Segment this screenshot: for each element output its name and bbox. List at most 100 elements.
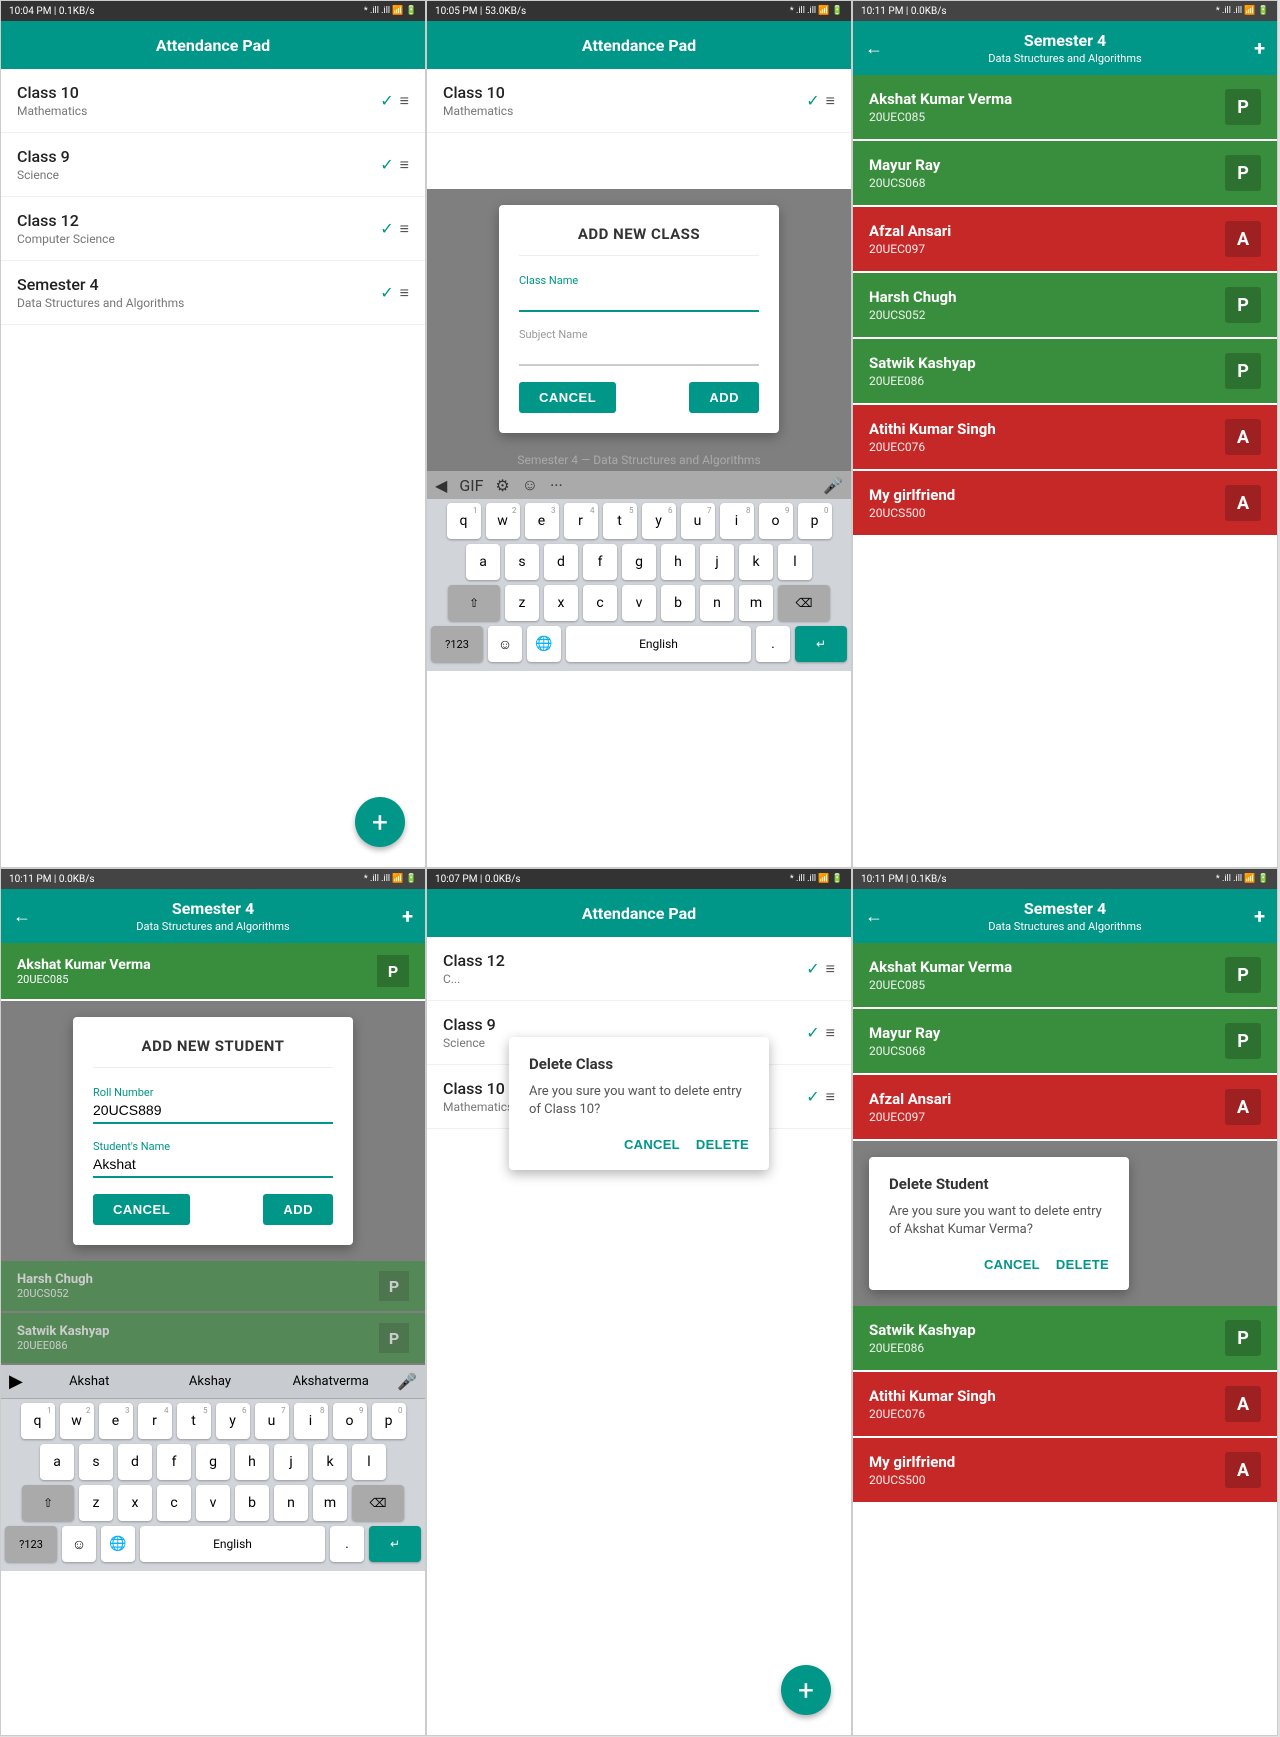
key4-period[interactable]: . — [330, 1526, 364, 1562]
screen6-delete-button[interactable]: DELETE — [1056, 1257, 1109, 1272]
screen4-add-button[interactable]: + — [402, 904, 413, 928]
key-o[interactable]: o9 — [759, 503, 793, 539]
list-item[interactable]: Class 9 Science ✓ ≡ — [1, 133, 425, 197]
key4-r[interactable]: r4 — [138, 1403, 172, 1439]
key4-s[interactable]: s — [79, 1444, 113, 1480]
screen4-add-btn[interactable]: ADD — [263, 1194, 333, 1225]
kb2-settings-icon[interactable]: ⚙ — [495, 476, 509, 495]
list-item[interactable]: Mayur Ray 20UCS068 P — [853, 141, 1277, 205]
key4-num[interactable]: ?123 — [5, 1526, 57, 1562]
key-b[interactable]: b — [661, 585, 695, 621]
key4-i[interactable]: i8 — [294, 1403, 328, 1439]
key4-q[interactable]: q1 — [21, 1403, 55, 1439]
list-item[interactable]: Atithi Kumar Singh 20UEC076 A — [853, 1372, 1277, 1436]
key-w[interactable]: w2 — [486, 503, 520, 539]
key-q[interactable]: q1 — [447, 503, 481, 539]
key-globe[interactable]: 🌐 — [527, 626, 561, 662]
list-item[interactable]: Satwik Kashyap 20UEE086 P — [853, 339, 1277, 403]
key4-j[interactable]: j — [274, 1444, 308, 1480]
key4-c[interactable]: c — [157, 1485, 191, 1521]
screen6-cancel-button[interactable]: CANCEL — [984, 1257, 1040, 1272]
list-item[interactable]: Class 10 Mathematics ✓ ≡ — [427, 69, 851, 133]
screen5-cancel-button[interactable]: CANCEL — [624, 1137, 680, 1152]
list-item[interactable]: Atithi Kumar Singh 20UEC076 A — [853, 405, 1277, 469]
key4-v[interactable]: v — [196, 1485, 230, 1521]
key-e[interactable]: e3 — [525, 503, 559, 539]
kb2-mic-icon[interactable]: 🎤 — [823, 476, 843, 495]
screen3-add-button[interactable]: + — [1254, 36, 1265, 60]
screen4-suggestion-3[interactable]: Akshatverma — [276, 1374, 385, 1389]
list-item[interactable]: Mayur Ray 20UCS068 P — [853, 1009, 1277, 1073]
key-y[interactable]: y6 — [642, 503, 676, 539]
key4-shift[interactable]: ⇧ — [22, 1485, 74, 1521]
key4-emoji[interactable]: ☺ — [62, 1526, 96, 1562]
screen4-mic-icon[interactable]: 🎤 — [397, 1372, 417, 1391]
key-x[interactable]: x — [544, 585, 578, 621]
key4-m[interactable]: m — [313, 1485, 347, 1521]
key4-p[interactable]: p0 — [372, 1403, 406, 1439]
key-j[interactable]: j — [700, 544, 734, 580]
key4-w[interactable]: w2 — [60, 1403, 94, 1439]
kb2-more-icon[interactable]: ··· — [550, 476, 563, 495]
screen5-fab[interactable]: + — [781, 1665, 831, 1715]
screen2-add-button[interactable]: ADD — [689, 382, 759, 413]
screen3-back-button[interactable]: ← — [865, 38, 883, 59]
key-shift[interactable]: ⇧ — [448, 585, 500, 621]
key-g[interactable]: g — [622, 544, 656, 580]
key-n[interactable]: n — [700, 585, 734, 621]
screen6-back-button[interactable]: ← — [865, 906, 883, 927]
list-item[interactable]: Semester 4 Data Structures and Algorithm… — [1, 261, 425, 325]
key-p[interactable]: p0 — [798, 503, 832, 539]
key-k[interactable]: k — [739, 544, 773, 580]
key4-k[interactable]: k — [313, 1444, 347, 1480]
screen2-cancel-button[interactable]: CANCEL — [519, 382, 616, 413]
key-t[interactable]: t5 — [603, 503, 637, 539]
key-backspace[interactable]: ⌫ — [778, 585, 830, 621]
key4-z[interactable]: z — [79, 1485, 113, 1521]
key-a[interactable]: a — [466, 544, 500, 580]
kb2-emoji-icon[interactable]: ☺ — [522, 475, 538, 495]
key-period[interactable]: . — [756, 626, 790, 662]
screen6-add-button[interactable]: + — [1254, 904, 1265, 928]
key4-backspace[interactable]: ⌫ — [352, 1485, 404, 1521]
screen4-suggestion-1[interactable]: Akshat — [35, 1374, 144, 1389]
key4-u[interactable]: u7 — [255, 1403, 289, 1439]
list-item[interactable]: Akshat Kumar Verma 20UEC085 P — [853, 75, 1277, 139]
key-u[interactable]: u7 — [681, 503, 715, 539]
screen1-fab[interactable]: + — [355, 797, 405, 847]
key-m[interactable]: m — [739, 585, 773, 621]
list-item[interactable]: Afzal Ansari 20UEC097 A — [853, 207, 1277, 271]
key4-enter[interactable]: ↵ — [369, 1526, 421, 1562]
key-l[interactable]: l — [778, 544, 812, 580]
kb2-gif-icon[interactable]: GIF — [459, 476, 483, 495]
key-i[interactable]: i8 — [720, 503, 754, 539]
key-z[interactable]: z — [505, 585, 539, 621]
key-d[interactable]: d — [544, 544, 578, 580]
key4-o[interactable]: o9 — [333, 1403, 367, 1439]
key4-space[interactable]: English — [140, 1526, 325, 1562]
key-f[interactable]: f — [583, 544, 617, 580]
list-item[interactable]: Class 10 Mathematics ✓ ≡ — [1, 69, 425, 133]
key-emoji2[interactable]: ☺ — [488, 626, 522, 662]
list-item[interactable]: Akshat Kumar Verma 20UEC085 P — [853, 943, 1277, 1007]
screen4-suggestion-arrow[interactable]: ▶ — [9, 1371, 23, 1392]
screen4-back-button[interactable]: ← — [13, 906, 31, 927]
list-item[interactable]: Class 12 Computer Science ✓ ≡ — [1, 197, 425, 261]
key-s[interactable]: s — [505, 544, 539, 580]
key-h[interactable]: h — [661, 544, 695, 580]
key4-l[interactable]: l — [352, 1444, 386, 1480]
key4-e[interactable]: e3 — [99, 1403, 133, 1439]
key4-x[interactable]: x — [118, 1485, 152, 1521]
list-item[interactable]: Harsh Chugh 20UCS052 P — [853, 273, 1277, 337]
key4-y[interactable]: y6 — [216, 1403, 250, 1439]
key4-n[interactable]: n — [274, 1485, 308, 1521]
key4-f[interactable]: f — [157, 1444, 191, 1480]
list-item[interactable]: Satwik Kashyap 20UEE086 P — [853, 1306, 1277, 1370]
screen4-suggestion-2[interactable]: Akshay — [156, 1374, 265, 1389]
kb2-back-icon[interactable]: ◀ — [435, 476, 447, 495]
key-space[interactable]: English — [566, 626, 751, 662]
key-c[interactable]: c — [583, 585, 617, 621]
list-item[interactable]: Afzal Ansari 20UEC097 A — [853, 1075, 1277, 1139]
key4-g[interactable]: g — [196, 1444, 230, 1480]
key-r[interactable]: r4 — [564, 503, 598, 539]
